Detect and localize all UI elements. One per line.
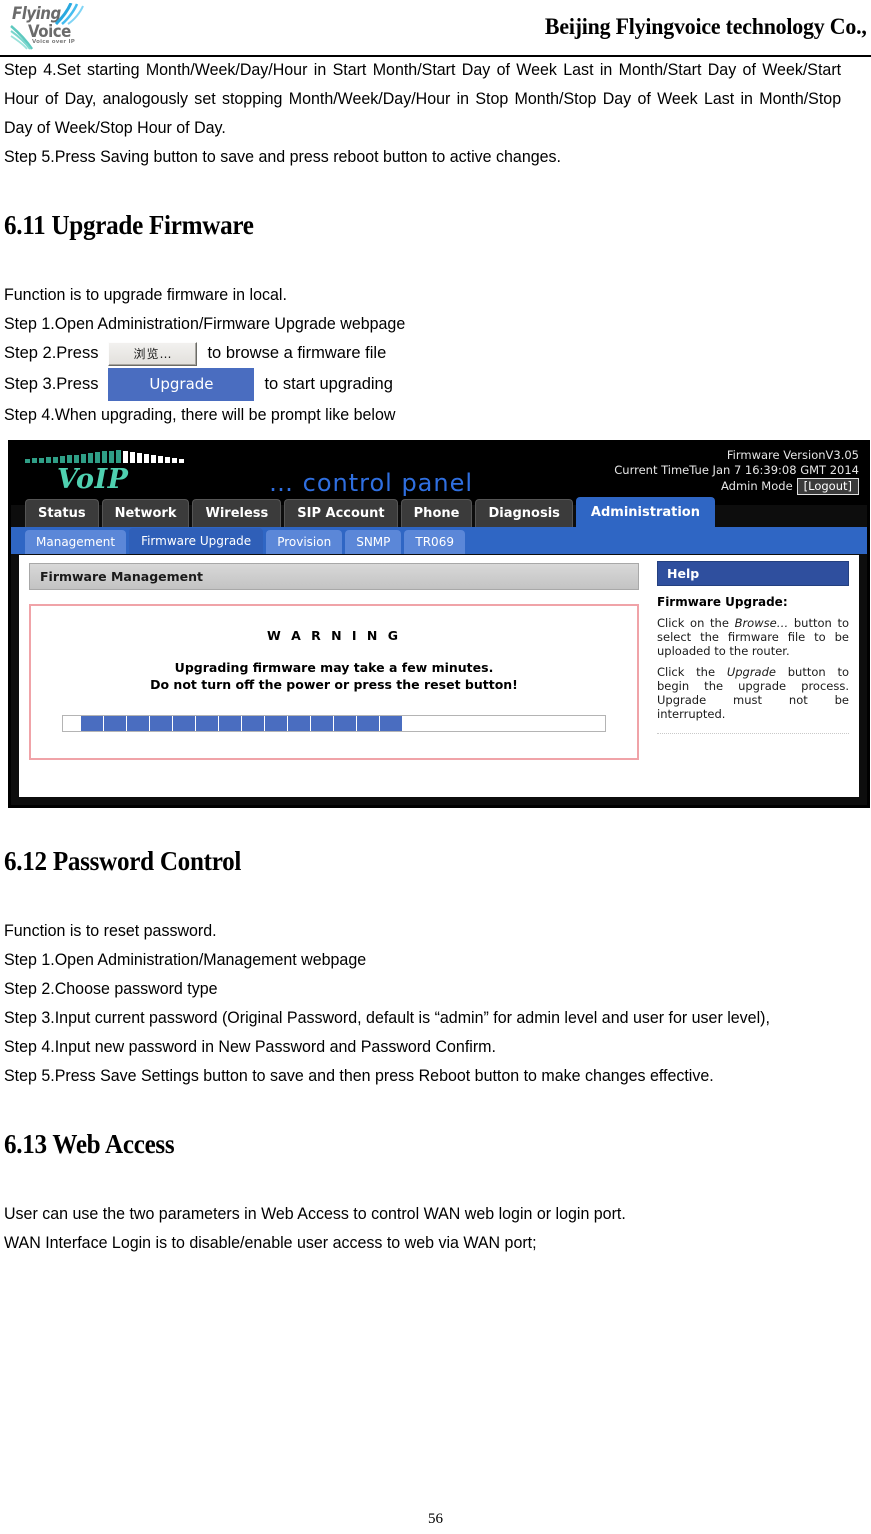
page-header: Flying Voice Voice over IP Beijing Flyin… [0,0,871,57]
progress-segment [357,716,381,731]
voip-brand-text: VoIP [57,464,129,495]
section-611-step-2: Step 2.Press 浏览… to browse a firmware fi… [4,339,867,368]
subtab-management[interactable]: Management [25,530,127,554]
warning-box: W A R N I N G Upgrading firmware may tak… [29,604,639,760]
router-status-info: Firmware VersionV3.05 Current TimeTue Ja… [614,448,859,495]
progress-segment [288,716,312,731]
progress-segment [196,716,220,731]
logout-button[interactable]: [Logout] [796,478,859,495]
heading-6-13: 6.13 Web Access [4,1129,175,1159]
page-number: 56 [428,1511,443,1527]
current-time-text: Current TimeTue Jan 7 16:39:08 GMT 2014 [614,463,859,477]
section-612-step-2: Step 2.Choose password type [4,980,218,998]
heading-6-11: 6.11 Upgrade Firmware [4,210,254,240]
heading-6-12: 6.12 Password Control [4,846,242,876]
flyingvoice-logo: Flying Voice Voice over IP [6,2,84,52]
section-611-step-3: Step 3.Press Upgrade to start upgrading [4,368,867,401]
warning-title: W A R N I N G [266,628,402,643]
section-611-step-1: Step 1.Open Administration/Firmware Upgr… [4,315,406,333]
firmware-management-title: Firmware Management [29,563,639,590]
progress-segment [104,716,128,731]
section-612-function: Function is to reset password. [4,922,217,940]
router-ui-screenshot: VoIP … control panel Firmware VersionV3.… [8,440,870,808]
tab-network[interactable]: Network [101,499,190,527]
control-panel-title: … control panel [269,469,474,497]
help-p1-emphasis: Browse… [734,616,789,630]
progress-segment [219,716,243,731]
progress-segment [173,716,197,731]
subtab-tr069[interactable]: TR069 [404,530,465,554]
help-paragraph-1: Click on the Browse… button to select th… [657,616,849,658]
subtab-firmware-upgrade[interactable]: Firmware Upgrade [129,528,264,554]
intro-step-4: Step 4.Set starting Month/Week/Day/Hour … [4,61,842,137]
progress-segment [81,716,105,731]
swoosh-icon [10,25,34,50]
progress-lead [63,716,82,731]
section-612-step-4: Step 4.Input new password in New Passwor… [4,1038,496,1056]
step-3-suffix: to start upgrading [264,375,393,393]
help-divider [657,733,849,734]
firmware-version-text: Firmware VersionV3.05 [726,448,859,462]
firmware-management-panel: Firmware Management W A R N I N G Upgrad… [19,555,649,797]
section-611-function: Function is to upgrade firmware in local… [4,286,287,304]
tab-wireless[interactable]: Wireless [192,499,282,527]
tab-phone[interactable]: Phone [400,499,473,527]
progress-segment [334,716,358,731]
tab-administration[interactable]: Administration [575,497,715,527]
company-name: Beijing Flyingvoice technology Co., [545,14,867,39]
warning-line-1: Upgrading firmware may take a few minute… [174,660,494,675]
step-3-prefix: Step 3.Press [4,375,99,393]
router-banner: VoIP … control panel Firmware VersionV3.… [11,443,867,505]
help-subtitle: Firmware Upgrade: [657,595,788,609]
help-panel-title: Help [657,561,849,586]
document-content: Step 4.Set starting Month/Week/Day/Hour … [0,56,871,1258]
upgrade-button[interactable]: Upgrade [108,368,255,401]
tab-sip-account[interactable]: SIP Account [284,499,398,527]
section-613-line-2: WAN Interface Login is to disable/enable… [4,1234,537,1252]
decorative-bar-graphic [25,450,184,463]
section-613-line-1: User can use the two parameters in Web A… [4,1205,626,1223]
progress-segment [242,716,266,731]
admin-mode-label: Admin Mode [721,479,793,493]
logo-tagline: Voice over IP [32,39,75,45]
help-p2-emphasis: Upgrade [726,665,776,679]
help-paragraph-2: Click the Upgrade button to begin the up… [657,665,849,721]
subtab-provision[interactable]: Provision [266,530,343,554]
subtab-snmp[interactable]: SNMP [345,530,402,554]
progress-segment [150,716,174,731]
admin-mode-row: Admin Mode [Logout] [614,478,859,495]
intro-step-5: Step 5.Press Saving button to save and p… [4,148,561,166]
help-panel: Help Firmware Upgrade: Click on the Brow… [649,555,859,797]
progress-segment [311,716,335,731]
step-2-prefix: Step 2.Press [4,344,99,362]
step-2-suffix: to browse a firmware file [207,344,387,362]
tab-diagnosis[interactable]: Diagnosis [475,499,573,527]
section-611-step-4: Step 4.When upgrading, there will be pro… [4,406,396,424]
router-sub-tabs: Management Firmware Upgrade Provision SN… [11,527,867,554]
router-main-tabs: Status Network Wireless SIP Account Phon… [11,497,715,527]
help-p1-part-a: Click on the [657,616,735,630]
browse-button[interactable]: 浏览… [108,341,198,366]
warning-line-2: Do not turn off the power or press the r… [150,677,518,692]
progress-segment [380,716,404,731]
progress-segment [265,716,289,731]
upgrade-progress-bar [62,715,606,732]
router-content-area: Firmware Management W A R N I N G Upgrad… [19,555,859,797]
progress-segment [127,716,151,731]
help-p2-part-a: Click the [657,665,727,679]
section-612-step-3: Step 3.Input current password (Original … [4,1009,770,1027]
signal-arc-icon [54,3,84,25]
tab-status[interactable]: Status [25,499,99,527]
section-612-step-5: Step 5.Press Save Settings button to sav… [4,1067,714,1085]
section-612-step-1: Step 1.Open Administration/Management we… [4,951,367,969]
